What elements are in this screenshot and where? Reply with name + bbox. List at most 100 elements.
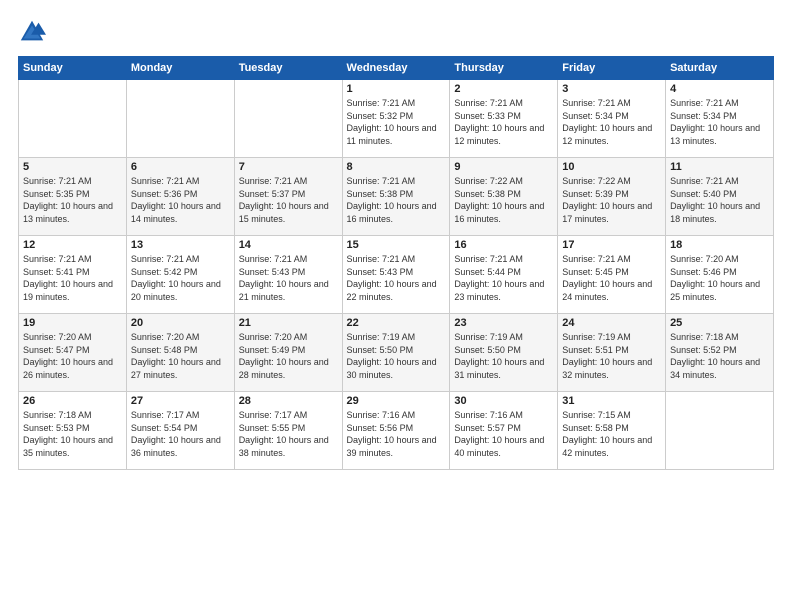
calendar-cell: 9 Sunrise: 7:22 AM Sunset: 5:38 PM Daylig…: [450, 158, 558, 236]
cell-info: Sunrise: 7:20 AM Sunset: 5:47 PM Dayligh…: [23, 331, 122, 381]
day-header: Friday: [558, 57, 666, 80]
day-header: Monday: [126, 57, 234, 80]
cell-day-number: 15: [347, 239, 446, 251]
cell-day-number: 22: [347, 317, 446, 329]
cell-day-number: 27: [131, 395, 230, 407]
cell-info: Sunrise: 7:21 AM Sunset: 5:40 PM Dayligh…: [670, 175, 769, 225]
cell-day-number: 6: [131, 161, 230, 173]
cell-info: Sunrise: 7:17 AM Sunset: 5:55 PM Dayligh…: [239, 409, 338, 459]
cell-info: Sunrise: 7:16 AM Sunset: 5:56 PM Dayligh…: [347, 409, 446, 459]
calendar-cell: [19, 80, 127, 158]
calendar-cell: 13Sunrise: 7:21 AM Sunset: 5:42 PM Dayli…: [126, 236, 234, 314]
calendar-cell: 18 Sunrise: 7:20 AM Sunset: 5:46 PM Dayli…: [666, 236, 774, 314]
cell-day-number: 31: [562, 395, 661, 407]
calendar-cell: 26 Sunrise: 7:18 AM Sunset: 5:53 PM Dayli…: [19, 392, 127, 470]
calendar-cell: 29 Sunrise: 7:16 AM Sunset: 5:56 PM Dayli…: [342, 392, 450, 470]
calendar-cell: 22 Sunrise: 7:19 AM Sunset: 5:50 PM Dayli…: [342, 314, 450, 392]
cell-info: Sunrise: 7:21 AM Sunset: 5:36 PM Dayligh…: [131, 175, 230, 225]
cell-day-number: 28: [239, 395, 338, 407]
cell-info: Sunrise: 7:21 AM Sunset: 5:41 PM Dayligh…: [23, 253, 122, 303]
calendar-cell: 19 Sunrise: 7:20 AM Sunset: 5:47 PM Dayli…: [19, 314, 127, 392]
cell-info: Sunrise: 7:21 AM Sunset: 5:43 PM Dayligh…: [239, 253, 338, 303]
header: [18, 18, 774, 46]
cell-day-number: 25: [670, 317, 769, 329]
calendar-cell: 28 Sunrise: 7:17 AM Sunset: 5:55 PM Dayli…: [234, 392, 342, 470]
cell-day-number: 18: [670, 239, 769, 251]
logo-icon: [18, 18, 46, 46]
calendar-cell: 21 Sunrise: 7:20 AM Sunset: 5:49 PM Dayli…: [234, 314, 342, 392]
calendar-cell: 25 Sunrise: 7:18 AM Sunset: 5:52 PM Dayli…: [666, 314, 774, 392]
calendar-cell: 14 Sunrise: 7:21 AM Sunset: 5:43 PM Dayli…: [234, 236, 342, 314]
calendar-cell: [666, 392, 774, 470]
cell-info: Sunrise: 7:21 AM Sunset: 5:43 PM Dayligh…: [347, 253, 446, 303]
calendar-cell: 12 Sunrise: 7:21 AM Sunset: 5:41 PM Dayli…: [19, 236, 127, 314]
cell-info: Sunrise: 7:21 AM Sunset: 5:42 PM Dayligh…: [131, 253, 230, 303]
logo: [18, 18, 50, 46]
cell-info: Sunrise: 7:21 AM Sunset: 5:45 PM Dayligh…: [562, 253, 661, 303]
calendar: SundayMondayTuesdayWednesdayThursdayFrid…: [18, 56, 774, 470]
cell-day-number: 10: [562, 161, 661, 173]
calendar-cell: 4 Sunrise: 7:21 AM Sunset: 5:34 PM Daylig…: [666, 80, 774, 158]
cell-day-number: 3: [562, 83, 661, 95]
cell-day-number: 7: [239, 161, 338, 173]
cell-day-number: 8: [347, 161, 446, 173]
calendar-cell: 10 Sunrise: 7:22 AM Sunset: 5:39 PM Dayli…: [558, 158, 666, 236]
cell-info: Sunrise: 7:22 AM Sunset: 5:38 PM Dayligh…: [454, 175, 553, 225]
cell-info: Sunrise: 7:20 AM Sunset: 5:49 PM Dayligh…: [239, 331, 338, 381]
cell-day-number: 19: [23, 317, 122, 329]
page: SundayMondayTuesdayWednesdayThursdayFrid…: [0, 0, 792, 612]
cell-info: Sunrise: 7:22 AM Sunset: 5:39 PM Dayligh…: [562, 175, 661, 225]
cell-info: Sunrise: 7:21 AM Sunset: 5:33 PM Dayligh…: [454, 97, 553, 147]
cell-day-number: 11: [670, 161, 769, 173]
calendar-cell: 30 Sunrise: 7:16 AM Sunset: 5:57 PM Dayli…: [450, 392, 558, 470]
calendar-cell: 20Sunrise: 7:20 AM Sunset: 5:48 PM Dayli…: [126, 314, 234, 392]
week-row: 12 Sunrise: 7:21 AM Sunset: 5:41 PM Dayli…: [19, 236, 774, 314]
calendar-cell: 7 Sunrise: 7:21 AM Sunset: 5:37 PM Daylig…: [234, 158, 342, 236]
day-header: Sunday: [19, 57, 127, 80]
cell-info: Sunrise: 7:21 AM Sunset: 5:34 PM Dayligh…: [670, 97, 769, 147]
calendar-cell: 27 Sunrise: 7:17 AM Sunset: 5:54 PM Dayli…: [126, 392, 234, 470]
cell-info: Sunrise: 7:20 AM Sunset: 5:46 PM Dayligh…: [670, 253, 769, 303]
cell-info: Sunrise: 7:21 AM Sunset: 5:37 PM Dayligh…: [239, 175, 338, 225]
day-header: Tuesday: [234, 57, 342, 80]
cell-info: Sunrise: 7:18 AM Sunset: 5:53 PM Dayligh…: [23, 409, 122, 459]
calendar-cell: 3 Sunrise: 7:21 AM Sunset: 5:34 PM Daylig…: [558, 80, 666, 158]
cell-day-number: 16: [454, 239, 553, 251]
cell-day-number: 26: [23, 395, 122, 407]
cell-day-number: 12: [23, 239, 122, 251]
cell-info: Sunrise: 7:17 AM Sunset: 5:54 PM Dayligh…: [131, 409, 230, 459]
day-header: Wednesday: [342, 57, 450, 80]
week-row: 19 Sunrise: 7:20 AM Sunset: 5:47 PM Dayli…: [19, 314, 774, 392]
cell-day-number: 29: [347, 395, 446, 407]
cell-info: Sunrise: 7:21 AM Sunset: 5:35 PM Dayligh…: [23, 175, 122, 225]
calendar-cell: [234, 80, 342, 158]
cell-info: Sunrise: 7:21 AM Sunset: 5:34 PM Dayligh…: [562, 97, 661, 147]
cell-info: Sunrise: 7:16 AM Sunset: 5:57 PM Dayligh…: [454, 409, 553, 459]
day-header: Thursday: [450, 57, 558, 80]
calendar-cell: 8 Sunrise: 7:21 AM Sunset: 5:38 PM Daylig…: [342, 158, 450, 236]
cell-day-number: 30: [454, 395, 553, 407]
cell-day-number: 24: [562, 317, 661, 329]
cell-day-number: 9: [454, 161, 553, 173]
cell-info: Sunrise: 7:19 AM Sunset: 5:50 PM Dayligh…: [347, 331, 446, 381]
cell-day-number: 14: [239, 239, 338, 251]
cell-day-number: 21: [239, 317, 338, 329]
cell-day-number: 4: [670, 83, 769, 95]
calendar-cell: 17Sunrise: 7:21 AM Sunset: 5:45 PM Dayli…: [558, 236, 666, 314]
calendar-cell: 15 Sunrise: 7:21 AM Sunset: 5:43 PM Dayli…: [342, 236, 450, 314]
cell-info: Sunrise: 7:19 AM Sunset: 5:51 PM Dayligh…: [562, 331, 661, 381]
cell-info: Sunrise: 7:18 AM Sunset: 5:52 PM Dayligh…: [670, 331, 769, 381]
calendar-cell: 2 Sunrise: 7:21 AM Sunset: 5:33 PM Daylig…: [450, 80, 558, 158]
cell-info: Sunrise: 7:21 AM Sunset: 5:44 PM Dayligh…: [454, 253, 553, 303]
cell-day-number: 1: [347, 83, 446, 95]
calendar-cell: 5Sunrise: 7:21 AM Sunset: 5:35 PM Daylig…: [19, 158, 127, 236]
cell-info: Sunrise: 7:21 AM Sunset: 5:38 PM Dayligh…: [347, 175, 446, 225]
cell-info: Sunrise: 7:15 AM Sunset: 5:58 PM Dayligh…: [562, 409, 661, 459]
cell-day-number: 20: [131, 317, 230, 329]
cell-day-number: 2: [454, 83, 553, 95]
header-row: SundayMondayTuesdayWednesdayThursdayFrid…: [19, 57, 774, 80]
calendar-cell: [126, 80, 234, 158]
calendar-cell: 31 Sunrise: 7:15 AM Sunset: 5:58 PM Dayli…: [558, 392, 666, 470]
calendar-cell: 11 Sunrise: 7:21 AM Sunset: 5:40 PM Dayli…: [666, 158, 774, 236]
day-header: Saturday: [666, 57, 774, 80]
